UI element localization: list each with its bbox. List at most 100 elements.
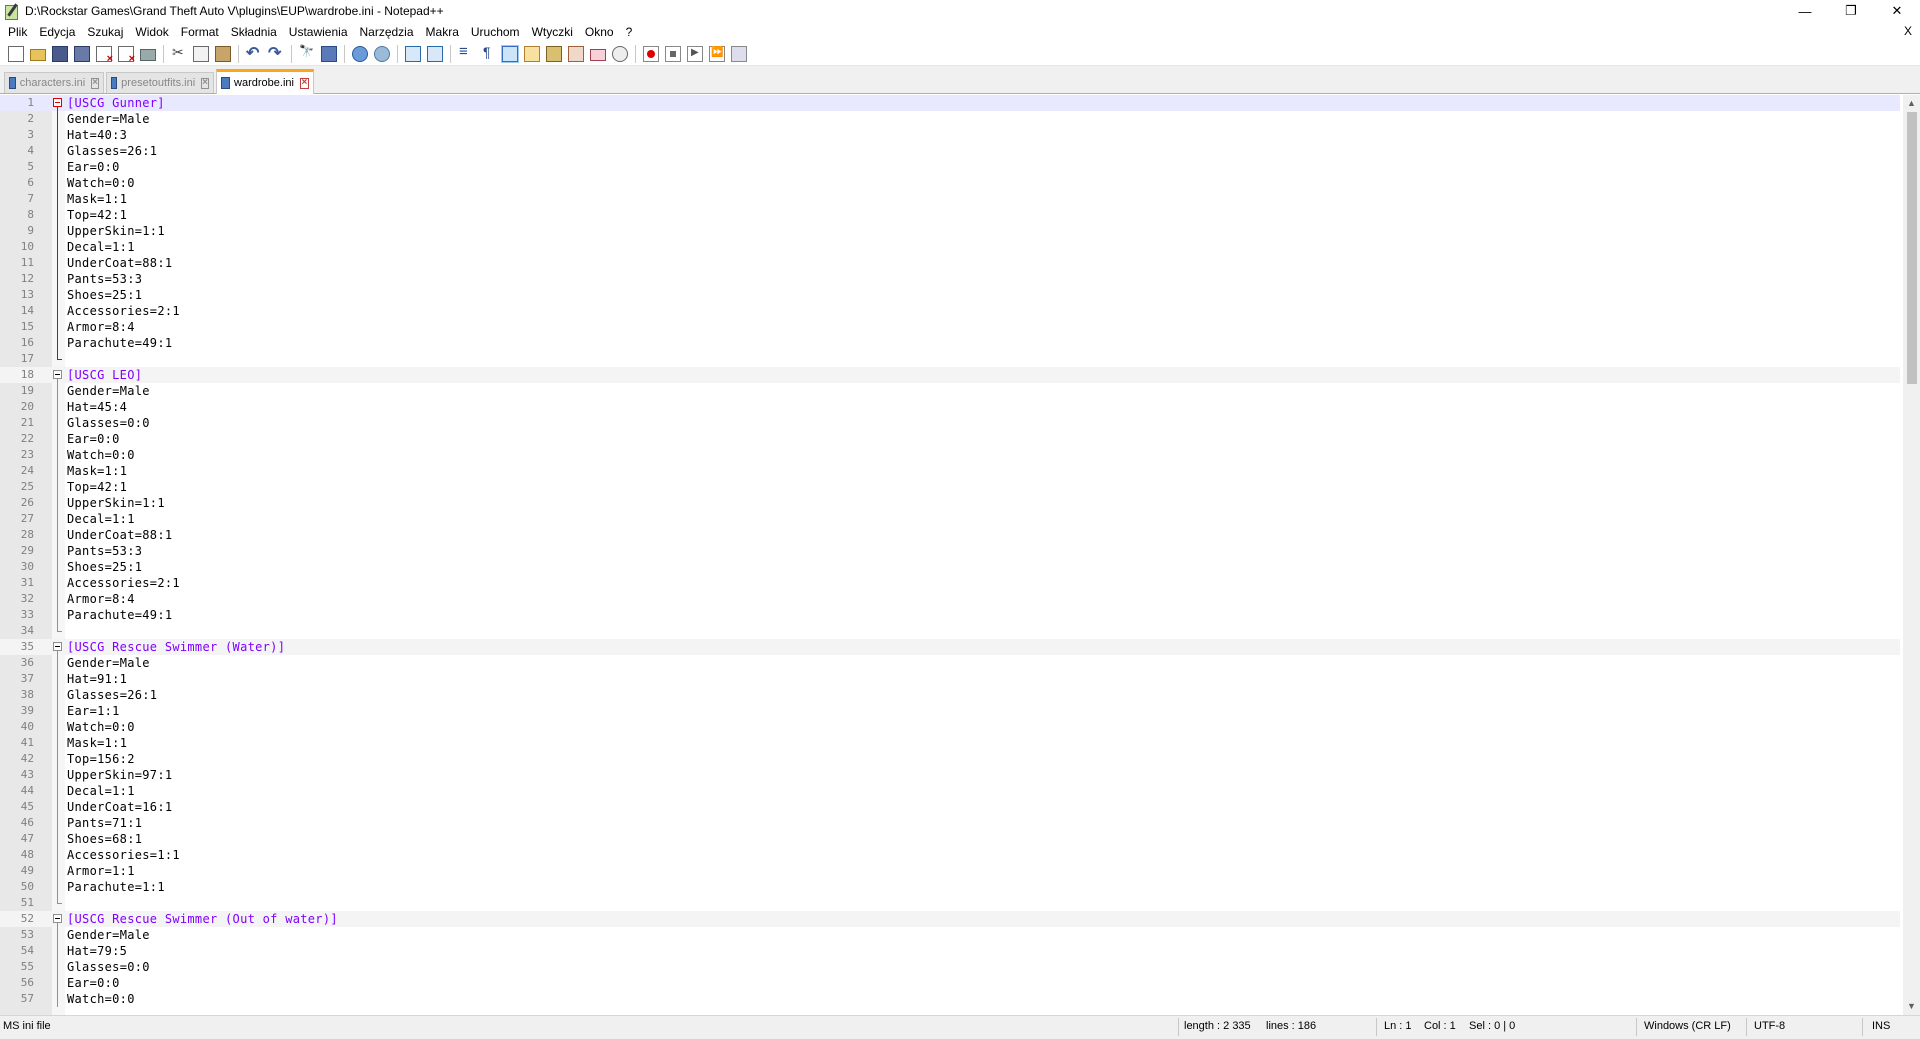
close-document-button[interactable]: X <box>1904 24 1912 38</box>
user-language-icon[interactable] <box>524 45 540 62</box>
menu-item-9[interactable]: Uruchom <box>465 22 526 42</box>
folder-workspace-icon[interactable] <box>590 48 606 61</box>
maximize-button[interactable]: ❐ <box>1828 0 1874 22</box>
tab-close-icon[interactable]: × <box>91 77 99 89</box>
code-line[interactable]: 50 Parachute=1:1 <box>0 879 1900 895</box>
code-line[interactable]: 26 UpperSkin=1:1 <box>0 495 1900 511</box>
code-line[interactable]: 20 Hat=45:4 <box>0 399 1900 415</box>
save-all-icon[interactable] <box>74 45 90 62</box>
menu-item-11[interactable]: Okno <box>579 22 620 42</box>
copy-icon[interactable] <box>193 45 209 62</box>
code-line[interactable]: 17 <box>0 351 1900 367</box>
monitoring-icon[interactable] <box>612 45 628 62</box>
code-line[interactable]: 46 Pants=71:1 <box>0 815 1900 831</box>
code-line[interactable]: 24 Mask=1:1 <box>0 463 1900 479</box>
code-line[interactable]: 16 Parachute=49:1 <box>0 335 1900 351</box>
code-line[interactable]: 34 <box>0 623 1900 639</box>
cut-icon[interactable] <box>171 44 187 62</box>
fold-toggle-icon[interactable] <box>53 914 62 923</box>
code-line[interactable]: 55 Glasses=0:0 <box>0 959 1900 975</box>
code-line[interactable]: 53 Gender=Male <box>0 927 1900 943</box>
code-line[interactable]: 44 Decal=1:1 <box>0 783 1900 799</box>
code-line[interactable]: 2 Gender=Male <box>0 111 1900 127</box>
show-all-chars-icon[interactable] <box>480 44 496 62</box>
code-line[interactable]: 10 Decal=1:1 <box>0 239 1900 255</box>
undo-icon[interactable] <box>246 43 262 63</box>
code-line[interactable]: 36 Gender=Male <box>0 655 1900 671</box>
code-line[interactable]: 37 Hat=91:1 <box>0 671 1900 687</box>
code-line[interactable]: 3 Hat=40:3 <box>0 127 1900 143</box>
scrollbar-thumb[interactable] <box>1907 112 1917 384</box>
minimize-button[interactable]: — <box>1782 0 1828 22</box>
open-file-icon[interactable] <box>30 48 46 61</box>
function-list-icon[interactable] <box>568 45 584 62</box>
code-line[interactable]: 38 Glasses=26:1 <box>0 687 1900 703</box>
status-insert-mode[interactable]: INS <box>1872 1020 1890 1032</box>
code-line[interactable]: 40 Watch=0:0 <box>0 719 1900 735</box>
code-line[interactable]: 15 Armor=8:4 <box>0 319 1900 335</box>
code-line[interactable]: 19 Gender=Male <box>0 383 1900 399</box>
print-icon[interactable] <box>140 48 156 61</box>
zoom-in-icon[interactable] <box>352 45 368 62</box>
close-all-icon[interactable] <box>118 45 135 65</box>
code-line[interactable]: 4 Glasses=26:1 <box>0 143 1900 159</box>
code-line[interactable]: 29 Pants=53:3 <box>0 543 1900 559</box>
code-line[interactable]: 41 Mask=1:1 <box>0 735 1900 751</box>
scroll-up-icon[interactable]: ▲ <box>1903 95 1920 112</box>
code-line[interactable]: 33 Parachute=49:1 <box>0 607 1900 623</box>
code-line[interactable]: 30 Shoes=25:1 <box>0 559 1900 575</box>
menu-item-2[interactable]: Szukaj <box>81 22 129 42</box>
code-line[interactable]: 56 Ear=0:0 <box>0 975 1900 991</box>
code-line[interactable]: 12 Pants=53:3 <box>0 271 1900 287</box>
code-line[interactable]: 13 Shoes=25:1 <box>0 287 1900 303</box>
code-line[interactable]: 27 Decal=1:1 <box>0 511 1900 527</box>
code-line[interactable]: 7 Mask=1:1 <box>0 191 1900 207</box>
code-line[interactable]: 32 Armor=8:4 <box>0 591 1900 607</box>
menu-item-7[interactable]: Narzędzia <box>354 22 420 42</box>
close-window-button[interactable]: ✕ <box>1874 0 1920 22</box>
menu-item-5[interactable]: Składnia <box>225 22 283 42</box>
code-line[interactable]: 28 UnderCoat=88:1 <box>0 527 1900 543</box>
section-header-line[interactable]: 18 [USCG LEO] <box>0 367 1900 383</box>
zoom-out-icon[interactable] <box>374 45 390 62</box>
save-icon[interactable] <box>52 45 68 62</box>
code-line[interactable]: 57 Watch=0:0 <box>0 991 1900 1007</box>
scroll-down-icon[interactable]: ▼ <box>1903 998 1920 1015</box>
code-line[interactable]: 14 Accessories=2:1 <box>0 303 1900 319</box>
vertical-scrollbar[interactable]: ▲ ▼ <box>1903 95 1920 1015</box>
code-line[interactable]: 8 Top=42:1 <box>0 207 1900 223</box>
status-encoding[interactable]: UTF-8 <box>1754 1020 1785 1032</box>
code-line[interactable]: 5 Ear=0:0 <box>0 159 1900 175</box>
section-header-line[interactable]: 52 [USCG Rescue Swimmer (Out of water)] <box>0 911 1900 927</box>
find-icon[interactable] <box>299 44 315 62</box>
code-line[interactable]: 45 UnderCoat=16:1 <box>0 799 1900 815</box>
menu-item-4[interactable]: Format <box>175 22 225 42</box>
section-header-line[interactable]: 1 [USCG Gunner] <box>0 95 1900 111</box>
menu-item-12[interactable]: ? <box>620 22 639 42</box>
sync-vertical-icon[interactable] <box>405 45 421 62</box>
menu-item-10[interactable]: Wtyczki <box>526 22 579 42</box>
menu-item-6[interactable]: Ustawienia <box>283 22 354 42</box>
code-line[interactable]: 6 Watch=0:0 <box>0 175 1900 191</box>
code-line[interactable]: 25 Top=42:1 <box>0 479 1900 495</box>
fold-toggle-icon[interactable] <box>53 642 62 651</box>
tab-wardrobe-ini[interactable]: wardrobe.ini × <box>216 69 314 94</box>
fold-toggle-icon[interactable] <box>53 370 62 379</box>
stop-macro-icon[interactable] <box>665 45 681 62</box>
code-line[interactable]: 54 Hat=79:5 <box>0 943 1900 959</box>
section-header-line[interactable]: 35 [USCG Rescue Swimmer (Water)] <box>0 639 1900 655</box>
tab-characters-ini[interactable]: characters.ini × <box>4 72 104 93</box>
close-icon[interactable] <box>96 45 113 65</box>
code-line[interactable]: 43 UpperSkin=97:1 <box>0 767 1900 783</box>
word-wrap-icon[interactable] <box>458 43 474 62</box>
paste-icon[interactable] <box>215 45 231 62</box>
editor-area[interactable]: 1 [USCG Gunner] 2 Gender=Male 3 Hat=40:3 4 Glas… <box>0 95 1920 1015</box>
indent-guide-icon[interactable] <box>501 44 519 63</box>
code-line[interactable]: 49 Armor=1:1 <box>0 863 1900 879</box>
replace-icon[interactable] <box>321 45 337 62</box>
menu-item-1[interactable]: Edycja <box>33 22 81 42</box>
code-line[interactable]: 48 Accessories=1:1 <box>0 847 1900 863</box>
fold-toggle-icon[interactable] <box>53 98 62 107</box>
code-line[interactable]: 22 Ear=0:0 <box>0 431 1900 447</box>
save-macro-icon[interactable] <box>731 45 747 62</box>
